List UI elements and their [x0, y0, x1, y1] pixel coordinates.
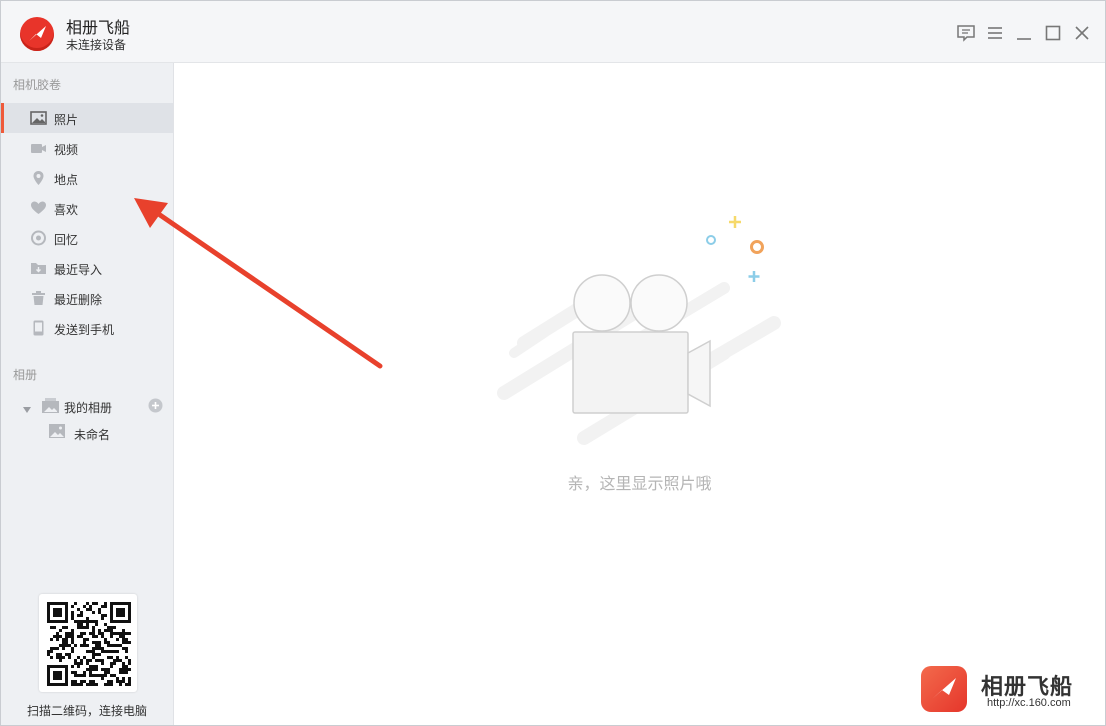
- camera-roll-heading: 相机胶卷: [13, 78, 62, 92]
- sidebar-item-send-to-phone[interactable]: 发送到手机: [1, 313, 173, 343]
- album-photo-icon: [48, 423, 66, 444]
- album-item-untitled[interactable]: 未命名: [1, 420, 173, 446]
- memory-icon: [30, 230, 47, 246]
- main-content: 亲，这里显示照片哦 相册飞船 http://xc.160.com: [174, 63, 1105, 725]
- import-folder-icon: [30, 260, 47, 276]
- close-button[interactable]: [1072, 23, 1092, 43]
- qr-code: [39, 594, 137, 692]
- empty-state-illustration: [494, 213, 794, 458]
- heart-icon: [30, 200, 47, 216]
- feedback-icon[interactable]: [956, 23, 976, 43]
- my-albums-label: 我的相册: [64, 401, 113, 415]
- sidebar-item-places[interactable]: 地点: [1, 163, 173, 193]
- brand-logo-icon: [921, 666, 967, 712]
- album-item-label: 未命名: [74, 428, 111, 442]
- empty-state-message: 亲，这里显示照片哦: [567, 476, 712, 493]
- video-icon: [30, 140, 47, 156]
- location-pin-icon: [30, 170, 47, 186]
- add-album-icon[interactable]: [148, 398, 163, 418]
- sidebar-item-videos[interactable]: 视频: [1, 133, 173, 163]
- album-folder-icon: [41, 397, 60, 419]
- sidebar-item-recently-deleted[interactable]: 最近删除: [1, 283, 173, 313]
- sidebar: 相机胶卷 照片 视频 地点 喜欢 回忆 最近导入 最近删除 发送到手机 相册 我…: [1, 63, 174, 725]
- menu-icon[interactable]: [985, 23, 1005, 43]
- qr-caption: 扫描二维码，连接电脑: [26, 704, 147, 718]
- sidebar-item-label: 喜欢: [54, 203, 79, 217]
- sidebar-item-label: 最近导入: [54, 263, 103, 277]
- sidebar-item-recent-imports[interactable]: 最近导入: [1, 253, 173, 283]
- sidebar-item-photos[interactable]: 照片: [1, 103, 173, 133]
- sidebar-item-favorites[interactable]: 喜欢: [1, 193, 173, 223]
- sidebar-item-label: 回忆: [54, 233, 79, 247]
- chevron-down-icon[interactable]: [22, 401, 32, 419]
- sidebar-item-label: 发送到手机: [54, 323, 115, 337]
- app-logo-icon: [20, 17, 54, 51]
- sidebar-item-label: 视频: [54, 143, 79, 157]
- app-title: 相册飞船: [66, 20, 131, 37]
- title-bar[interactable]: 相册飞船 未连接设备: [1, 1, 1105, 63]
- brand-url: http://xc.160.com: [987, 697, 1071, 709]
- photo-icon: [30, 110, 47, 126]
- sidebar-item-memories[interactable]: 回忆: [1, 223, 173, 253]
- connection-status: 未连接设备: [66, 38, 127, 52]
- sidebar-item-label: 地点: [54, 173, 79, 187]
- my-albums-group[interactable]: 我的相册: [1, 393, 173, 419]
- minimize-button[interactable]: [1014, 23, 1034, 43]
- albums-heading: 相册: [13, 368, 38, 382]
- sidebar-item-label: 照片: [54, 113, 79, 127]
- phone-icon: [30, 320, 47, 336]
- app-window: 相册飞船 未连接设备 相机胶卷 照片 视频 地点 喜欢 回忆 最近导入 最近删除…: [0, 0, 1106, 726]
- sidebar-item-label: 最近删除: [54, 293, 103, 307]
- trash-icon: [30, 290, 47, 306]
- maximize-button[interactable]: [1043, 23, 1063, 43]
